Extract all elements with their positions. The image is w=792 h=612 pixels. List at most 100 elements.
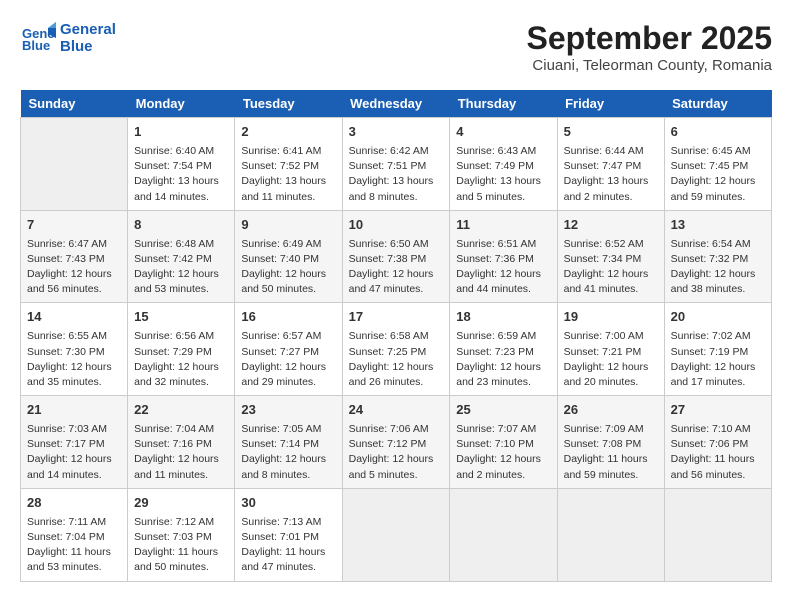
calendar-cell: 30 Sunrise: 7:13 AMSunset: 7:01 PMDayligh… <box>235 488 342 581</box>
header-cell-sunday: Sunday <box>21 90 128 118</box>
calendar-cell: 27Sunrise: 7:10 AMSunset: 7:06 PMDayligh… <box>664 396 771 489</box>
week-row-1: 1 Sunrise: 6:40 AMSunset: 7:54 PMDaylight… <box>21 118 772 211</box>
cell-content: Sunrise: 7:11 AMSunset: 7:04 PMDaylight:… <box>27 515 121 576</box>
day-number: 6 <box>671 123 765 142</box>
week-row-5: 28 Sunrise: 7:11 AMSunset: 7:04 PMDayligh… <box>21 488 772 581</box>
calendar-cell: 18 Sunrise: 6:59 AMSunset: 7:23 PMDayligh… <box>450 303 557 396</box>
logo: General Blue General Blue <box>20 20 116 56</box>
cell-content: Sunrise: 6:54 AMSunset: 7:32 PMDaylight:… <box>671 237 765 298</box>
calendar-cell: 14 Sunrise: 6:55 AMSunset: 7:30 PMDayligh… <box>21 303 128 396</box>
cell-content: Sunrise: 7:00 AMSunset: 7:21 PMDaylight:… <box>564 329 658 390</box>
calendar-cell <box>342 488 450 581</box>
day-number: 10 <box>349 216 444 235</box>
calendar-cell: 23 Sunrise: 7:05 AMSunset: 7:14 PMDayligh… <box>235 396 342 489</box>
calendar-cell <box>21 118 128 211</box>
header-cell-tuesday: Tuesday <box>235 90 342 118</box>
calendar-cell: 25 Sunrise: 7:07 AMSunset: 7:10 PMDayligh… <box>450 396 557 489</box>
cell-content: Sunrise: 7:03 AMSunset: 7:17 PMDaylight:… <box>27 422 121 483</box>
calendar-cell <box>557 488 664 581</box>
cell-content: Sunrise: 6:55 AMSunset: 7:30 PMDaylight:… <box>27 329 121 390</box>
day-number: 9 <box>241 216 335 235</box>
week-row-3: 14 Sunrise: 6:55 AMSunset: 7:30 PMDayligh… <box>21 303 772 396</box>
page-header: General Blue General Blue September 2025… <box>20 20 772 74</box>
day-number: 29 <box>134 494 228 513</box>
day-number: 28 <box>27 494 121 513</box>
header-cell-wednesday: Wednesday <box>342 90 450 118</box>
calendar-cell: 5Sunrise: 6:44 AMSunset: 7:47 PMDaylight… <box>557 118 664 211</box>
day-number: 27 <box>671 401 765 420</box>
day-number: 24 <box>349 401 444 420</box>
calendar-cell: 9 Sunrise: 6:49 AMSunset: 7:40 PMDaylight… <box>235 210 342 303</box>
header-cell-thursday: Thursday <box>450 90 557 118</box>
day-number: 3 <box>349 123 444 142</box>
day-number: 16 <box>241 308 335 327</box>
header-cell-saturday: Saturday <box>664 90 771 118</box>
cell-content: Sunrise: 6:44 AMSunset: 7:47 PMDaylight:… <box>564 144 658 205</box>
svg-text:Blue: Blue <box>22 38 50 53</box>
calendar-cell: 20 Sunrise: 7:02 AMSunset: 7:19 PMDayligh… <box>664 303 771 396</box>
cell-content: Sunrise: 6:42 AMSunset: 7:51 PMDaylight:… <box>349 144 444 205</box>
cell-content: Sunrise: 6:45 AMSunset: 7:45 PMDaylight:… <box>671 144 765 205</box>
calendar-cell: 29 Sunrise: 7:12 AMSunset: 7:03 PMDayligh… <box>128 488 235 581</box>
header-row: SundayMondayTuesdayWednesdayThursdayFrid… <box>21 90 772 118</box>
calendar-cell: 10 Sunrise: 6:50 AMSunset: 7:38 PMDayligh… <box>342 210 450 303</box>
calendar-cell: 3 Sunrise: 6:42 AMSunset: 7:51 PMDaylight… <box>342 118 450 211</box>
day-number: 23 <box>241 401 335 420</box>
calendar-cell: 7Sunrise: 6:47 AMSunset: 7:43 PMDaylight… <box>21 210 128 303</box>
day-number: 13 <box>671 216 765 235</box>
cell-content: Sunrise: 7:13 AMSunset: 7:01 PMDaylight:… <box>241 515 335 576</box>
cell-content: Sunrise: 6:51 AMSunset: 7:36 PMDaylight:… <box>456 237 550 298</box>
day-number: 11 <box>456 216 550 235</box>
cell-content: Sunrise: 6:59 AMSunset: 7:23 PMDaylight:… <box>456 329 550 390</box>
cell-content: Sunrise: 7:04 AMSunset: 7:16 PMDaylight:… <box>134 422 228 483</box>
cell-content: Sunrise: 7:09 AMSunset: 7:08 PMDaylight:… <box>564 422 658 483</box>
calendar-cell: 24 Sunrise: 7:06 AMSunset: 7:12 PMDayligh… <box>342 396 450 489</box>
calendar-cell: 4Sunrise: 6:43 AMSunset: 7:49 PMDaylight… <box>450 118 557 211</box>
day-number: 2 <box>241 123 335 142</box>
calendar-cell: 28 Sunrise: 7:11 AMSunset: 7:04 PMDayligh… <box>21 488 128 581</box>
cell-content: Sunrise: 7:02 AMSunset: 7:19 PMDaylight:… <box>671 329 765 390</box>
location-title: Ciuani, Teleorman County, Romania <box>527 57 772 74</box>
day-number: 14 <box>27 308 121 327</box>
cell-content: Sunrise: 6:43 AMSunset: 7:49 PMDaylight:… <box>456 144 550 205</box>
month-title: September 2025 <box>527 20 772 57</box>
week-row-4: 21 Sunrise: 7:03 AMSunset: 7:17 PMDayligh… <box>21 396 772 489</box>
calendar-cell: 6 Sunrise: 6:45 AMSunset: 7:45 PMDaylight… <box>664 118 771 211</box>
calendar-cell: 1 Sunrise: 6:40 AMSunset: 7:54 PMDaylight… <box>128 118 235 211</box>
day-number: 21 <box>27 401 121 420</box>
cell-content: Sunrise: 6:40 AMSunset: 7:54 PMDaylight:… <box>134 144 228 205</box>
cell-content: Sunrise: 6:50 AMSunset: 7:38 PMDaylight:… <box>349 237 444 298</box>
day-number: 18 <box>456 308 550 327</box>
day-number: 8 <box>134 216 228 235</box>
cell-content: Sunrise: 7:05 AMSunset: 7:14 PMDaylight:… <box>241 422 335 483</box>
cell-content: Sunrise: 6:57 AMSunset: 7:27 PMDaylight:… <box>241 329 335 390</box>
title-section: September 2025 Ciuani, Teleorman County,… <box>527 20 772 74</box>
calendar-cell: 19 Sunrise: 7:00 AMSunset: 7:21 PMDayligh… <box>557 303 664 396</box>
cell-content: Sunrise: 7:12 AMSunset: 7:03 PMDaylight:… <box>134 515 228 576</box>
calendar-cell: 11 Sunrise: 6:51 AMSunset: 7:36 PMDayligh… <box>450 210 557 303</box>
day-number: 20 <box>671 308 765 327</box>
calendar-cell: 2Sunrise: 6:41 AMSunset: 7:52 PMDaylight… <box>235 118 342 211</box>
cell-content: Sunrise: 6:56 AMSunset: 7:29 PMDaylight:… <box>134 329 228 390</box>
cell-content: Sunrise: 6:58 AMSunset: 7:25 PMDaylight:… <box>349 329 444 390</box>
calendar-cell: 22Sunrise: 7:04 AMSunset: 7:16 PMDayligh… <box>128 396 235 489</box>
day-number: 17 <box>349 308 444 327</box>
cell-content: Sunrise: 6:49 AMSunset: 7:40 PMDaylight:… <box>241 237 335 298</box>
day-number: 15 <box>134 308 228 327</box>
day-number: 1 <box>134 123 228 142</box>
logo-icon: General Blue <box>20 20 56 56</box>
day-number: 7 <box>27 216 121 235</box>
cell-content: Sunrise: 7:06 AMSunset: 7:12 PMDaylight:… <box>349 422 444 483</box>
calendar-cell: 17 Sunrise: 6:58 AMSunset: 7:25 PMDayligh… <box>342 303 450 396</box>
header-cell-friday: Friday <box>557 90 664 118</box>
week-row-2: 7Sunrise: 6:47 AMSunset: 7:43 PMDaylight… <box>21 210 772 303</box>
cell-content: Sunrise: 6:52 AMSunset: 7:34 PMDaylight:… <box>564 237 658 298</box>
day-number: 26 <box>564 401 658 420</box>
day-number: 12 <box>564 216 658 235</box>
calendar-cell: 15 Sunrise: 6:56 AMSunset: 7:29 PMDayligh… <box>128 303 235 396</box>
day-number: 30 <box>241 494 335 513</box>
day-number: 19 <box>564 308 658 327</box>
day-number: 25 <box>456 401 550 420</box>
cell-content: Sunrise: 7:07 AMSunset: 7:10 PMDaylight:… <box>456 422 550 483</box>
logo-text: General Blue <box>60 21 116 55</box>
